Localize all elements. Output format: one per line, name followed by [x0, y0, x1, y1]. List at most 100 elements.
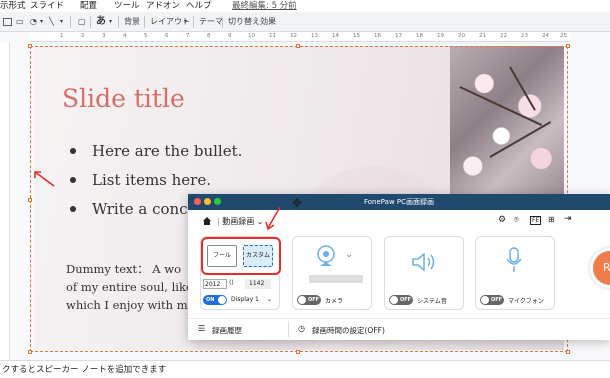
resize-handle[interactable]	[28, 198, 32, 202]
clock-icon: ◷	[298, 324, 305, 333]
fe-icon[interactable]: FE	[530, 216, 542, 225]
ruler-tick: 19	[437, 33, 444, 39]
comment-icon[interactable]: ▢	[78, 16, 86, 28]
ruler-tick: 4	[123, 33, 127, 39]
ruler-tick: 1	[60, 33, 64, 39]
ruler-tick: 3	[102, 33, 106, 39]
system-sound-toggle[interactable]: OFF	[389, 295, 413, 305]
display-select[interactable]: Display 1	[231, 296, 259, 303]
vertical-ruler	[0, 42, 10, 360]
resize-handle[interactable]	[28, 44, 32, 48]
line-dropdown-icon[interactable]: ▾	[60, 16, 63, 28]
ruler-tick: 7	[186, 33, 190, 39]
toolbar-divider	[193, 16, 194, 28]
line-icon[interactable]: ╲	[49, 16, 54, 28]
transition-button[interactable]: 切り替え効果	[228, 16, 276, 28]
menu-addons[interactable]: アドオン	[146, 0, 180, 12]
cherry-blossom-photo[interactable]	[450, 46, 564, 196]
annotation-arrow-icon	[34, 171, 55, 187]
chevron-down-icon[interactable]: ⌄	[345, 249, 353, 260]
move-handle-icon[interactable]: ✥	[292, 196, 302, 210]
mode-label[interactable]: | 動画録画 ⌄	[217, 216, 264, 227]
ruler-tick: 20	[458, 33, 465, 39]
shape-icon[interactable]: ◔	[30, 16, 37, 28]
theme-button[interactable]: テーマ	[199, 16, 223, 28]
close-icon[interactable]	[194, 198, 201, 205]
ruler-tick: 18	[416, 33, 423, 39]
history-link[interactable]: 録画履歴	[212, 325, 242, 336]
menu-bar: 示形式 スライド 配置 ツール アドオン ヘルプ 最終編集: 5 分前	[0, 0, 610, 12]
image-icon[interactable]: ▭	[16, 16, 24, 28]
toolbar-divider	[144, 16, 145, 28]
height-input[interactable]: 1142	[245, 279, 271, 289]
zoom-icon[interactable]	[214, 198, 221, 205]
toolbar: ▭ ◔ ▾ ╲ ▾ ▢ あ ▾ 背景 レイアウト ▾ テーマ 切り替え効果	[0, 12, 610, 32]
ruler-tick: 24	[542, 33, 549, 39]
layout-dropdown-icon[interactable]: ▾	[184, 16, 187, 28]
slide-title[interactable]: Slide title	[62, 84, 185, 113]
minimize-icon[interactable]	[204, 198, 211, 205]
ruler-tick: 23	[521, 33, 528, 39]
link-icon[interactable]: ⟨⟩	[229, 279, 234, 286]
ruler-tick: 14	[332, 33, 339, 39]
toolbar-divider	[118, 16, 119, 28]
speaker-notes[interactable]: クするとスピーカー ノートを追加できます	[0, 360, 610, 378]
menu-format[interactable]: 示形式	[0, 0, 26, 12]
ruler-tick: 22	[500, 33, 507, 39]
menu-tools[interactable]: ツール	[114, 0, 140, 12]
chevron-down-icon[interactable]: ⌄	[267, 296, 272, 303]
dummy-line: of my entire soul, like	[66, 280, 193, 294]
full-screen-button[interactable]: フール	[207, 245, 237, 267]
ruler-tick: 5	[144, 33, 148, 39]
font-button[interactable]: あ	[96, 16, 106, 28]
resize-handle[interactable]	[28, 350, 32, 354]
menu-arrange[interactable]: 配置	[80, 0, 97, 12]
resize-handle[interactable]	[296, 44, 300, 48]
ruler-tick: 17	[395, 33, 402, 39]
home-icon[interactable]	[202, 216, 212, 226]
list-icon: ☰	[198, 324, 206, 333]
microphone-toggle[interactable]: OFF	[480, 295, 504, 305]
font-dropdown-icon[interactable]: ▾	[109, 16, 112, 28]
resize-handle[interactable]	[566, 350, 570, 354]
ruler-tick: 2	[81, 33, 85, 39]
settings-gear-icon[interactable]: ⚙	[498, 215, 506, 225]
menu-help[interactable]: ヘルプ	[186, 0, 212, 12]
dummy-line: Dummy text： A wo	[66, 262, 182, 276]
toolbar-divider	[222, 16, 223, 28]
exit-icon[interactable]: ⇥	[564, 214, 572, 224]
ruler-tick: 16	[374, 33, 381, 39]
horizontal-ruler: 1 2 3 4 5 6 7 8 9 10 11 12 13 14 15 16 1…	[30, 32, 570, 42]
camera-toggle[interactable]: OFF	[297, 295, 321, 305]
schedule-link[interactable]: 録画時間の設定(OFF)	[312, 325, 385, 336]
ruler-tick: 10	[248, 33, 255, 39]
fonepaw-titlebar[interactable]: FonePaw PC画面録画	[188, 194, 610, 210]
system-sound-label: システム音	[417, 298, 447, 305]
ruler-tick: 9	[228, 33, 232, 39]
system-sound-card: OFF システム音	[384, 236, 464, 310]
ruler-tick: 12	[290, 33, 297, 39]
fonepaw-title: FonePaw PC画面録画	[363, 198, 435, 206]
annotation-arrow-icon	[265, 206, 281, 231]
menu-slide[interactable]: スライド	[30, 0, 64, 12]
grid-icon[interactable]: ⊞	[548, 215, 555, 224]
ruler-tick: 25	[560, 33, 567, 39]
toolbar-divider	[70, 16, 71, 28]
camera-option-bar	[309, 275, 363, 283]
ruler-tick: 13	[311, 33, 318, 39]
width-input[interactable]: 2012	[203, 279, 227, 289]
custom-area-button[interactable]: カスタム	[243, 245, 273, 267]
mouse-icon[interactable]: ⌾	[514, 215, 519, 225]
resize-handle[interactable]	[296, 350, 300, 354]
microphone-icon	[506, 247, 522, 272]
shape-dropdown-icon[interactable]: ▾	[40, 16, 43, 28]
fonepaw-header: | 動画録画 ⌄ ⚙ ⌾ FE ⊞ ⇥	[188, 210, 610, 232]
background-button[interactable]: 背景	[124, 16, 140, 28]
last-edit-link[interactable]: 最終編集: 5 分前	[232, 0, 297, 12]
textbox-icon[interactable]	[3, 18, 12, 26]
display-toggle[interactable]: ON	[203, 295, 227, 305]
ruler-tick: 21	[479, 33, 486, 39]
dummy-text[interactable]: Dummy text： A wo of my entire soul, like…	[66, 260, 193, 314]
recording-area-card: フール カスタム 2012 ⟨⟩ 1142 ON Display 1 ⌄	[200, 236, 281, 310]
resize-handle[interactable]	[566, 44, 570, 48]
